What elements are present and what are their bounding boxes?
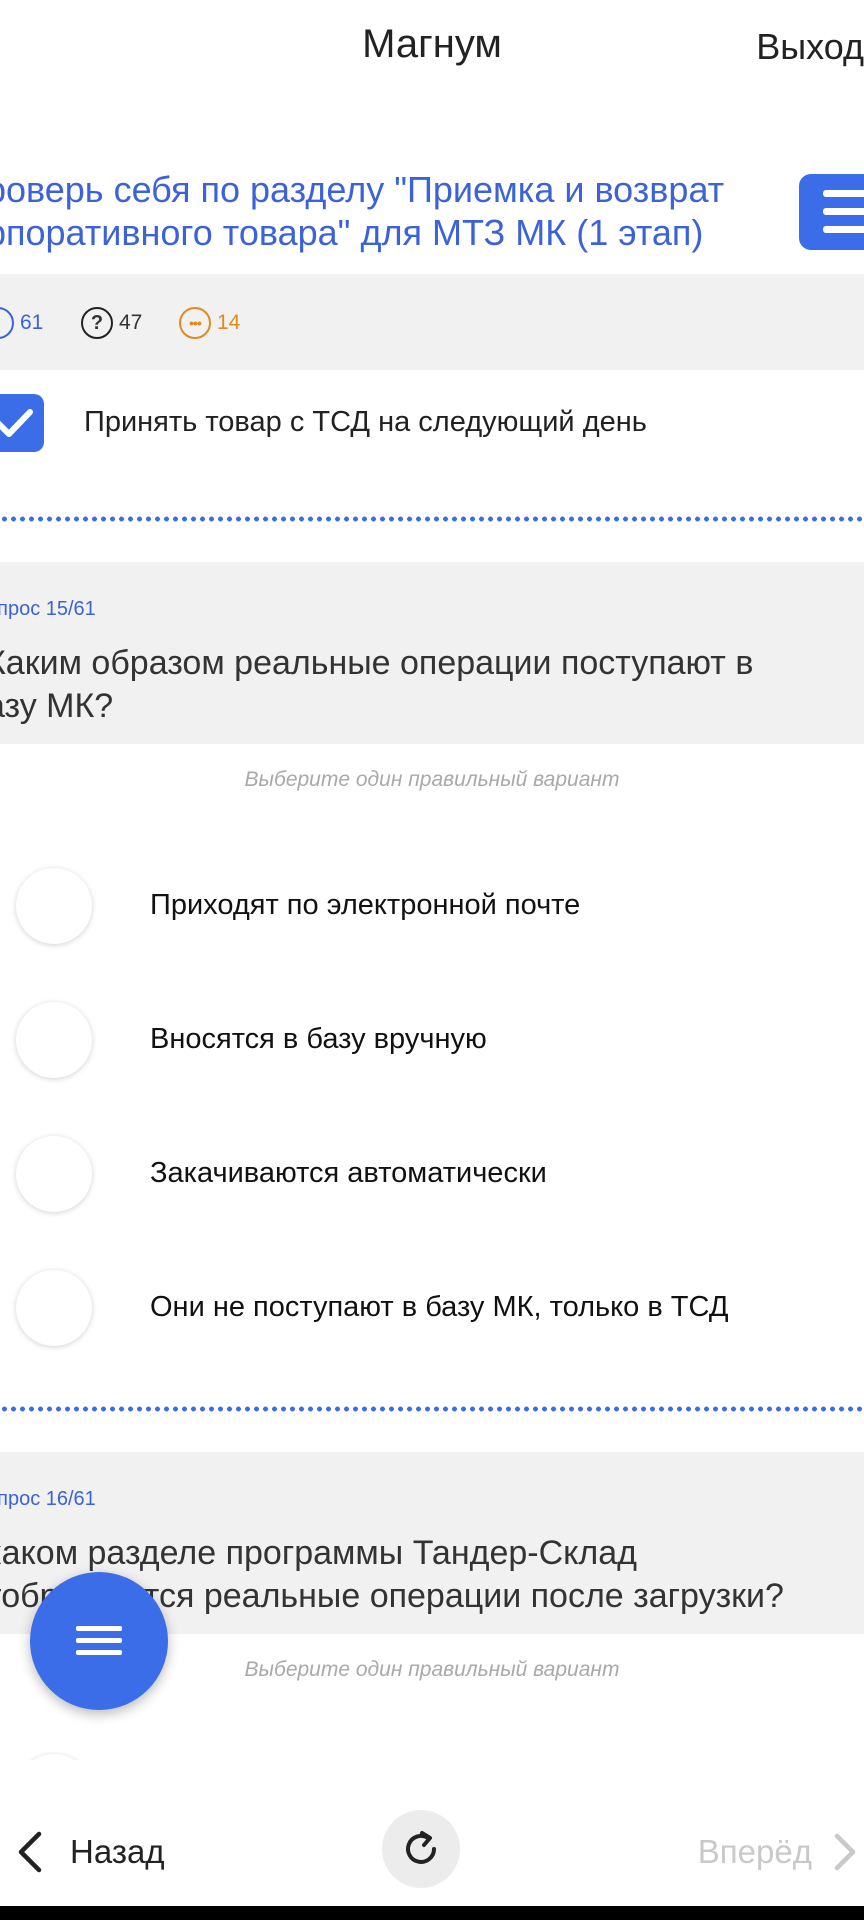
next-label: Вперёд — [697, 1833, 812, 1870]
back-label: Назад — [70, 1833, 165, 1870]
bottom-navigation: Назад Вперёд — [0, 1760, 864, 1906]
back-button[interactable]: Назад — [14, 1822, 165, 1882]
answer-label: Они не поступают в базу МК, только в ТСД — [150, 1291, 729, 1323]
question-number: опрос 15/61 — [0, 598, 96, 620]
answer-checkbox[interactable] — [0, 394, 44, 452]
refresh-button[interactable] — [382, 1810, 460, 1888]
total-questions-icon — [0, 307, 14, 339]
radio-button[interactable] — [16, 1136, 92, 1212]
question-text-line-1: Каким образом реальные операции поступаю… — [0, 644, 754, 682]
radio-button[interactable] — [16, 868, 92, 944]
question-text: Каким образом реальные операции поступаю… — [0, 642, 856, 728]
hamburger-icon — [823, 190, 864, 197]
answer-label: Приходят по электронной почте — [150, 889, 581, 921]
radio-button[interactable] — [16, 1002, 92, 1078]
answer-option[interactable]: Закачиваются автоматически — [0, 1120, 864, 1230]
test-title-line-2: рпоративного товара" для МТЗ МК (1 этап) — [0, 212, 704, 253]
previous-answer-option[interactable]: Принять товар с ТСД на следующий день — [0, 372, 864, 476]
answer-option[interactable]: Приходят по электронной почте — [0, 852, 864, 962]
stat-partial-count: 14 — [217, 311, 241, 334]
app-header: Магнум Выход — [0, 0, 864, 96]
question-number: опрос 16/61 — [0, 1488, 96, 1510]
question-header: опрос 15/61 Каким образом реальные опера… — [0, 562, 864, 744]
menu-button[interactable] — [799, 174, 864, 250]
question-text-line-2: азу МК? — [0, 687, 114, 725]
answer-option[interactable]: Вносятся в базу вручную — [0, 986, 864, 1096]
stat-unanswered-count: 47 — [119, 311, 143, 334]
hamburger-icon-bar — [823, 226, 864, 233]
list-icon — [76, 1626, 122, 1631]
dotted-divider — [0, 1406, 864, 1412]
check-icon — [0, 409, 33, 437]
test-title: роверь себя по разделу "Приемка и возвра… — [0, 168, 776, 254]
app-title: Магнум — [362, 22, 502, 66]
question-hint: Выберите один правильный вариант — [244, 768, 620, 791]
answer-label: Вносятся в базу вручную — [150, 1023, 487, 1055]
stat-total-count: 61 — [20, 311, 44, 334]
answer-label: Закачиваются автоматически — [150, 1157, 547, 1189]
stat-partial[interactable]: ••• 14 — [179, 306, 240, 340]
chevron-right-icon — [834, 1833, 856, 1871]
dotted-divider — [0, 516, 864, 522]
question-text-line-1: каком разделе программы Тандер-Склад — [0, 1534, 637, 1572]
list-icon-bar — [76, 1638, 122, 1643]
answer-option[interactable]: Они не поступают в базу МК, только в ТСД — [0, 1254, 864, 1364]
chevron-left-icon — [18, 1831, 42, 1873]
test-title-line-1: роверь себя по разделу "Приемка и возвра… — [0, 169, 725, 210]
radio-button[interactable] — [16, 1270, 92, 1346]
list-icon-bar — [76, 1650, 122, 1655]
stat-unanswered[interactable]: ? 47 — [81, 306, 142, 340]
logout-button[interactable]: Выход — [756, 26, 864, 68]
questions-list-fab[interactable] — [30, 1572, 168, 1710]
stat-total[interactable]: 61 — [0, 306, 43, 340]
answer-label: Принять товар с ТСД на следующий день — [84, 406, 647, 438]
question-mark-icon: ? — [81, 307, 113, 339]
hamburger-icon-bar — [823, 208, 864, 215]
system-navigation-bar — [0, 1906, 864, 1920]
stats-bar: 61 ? 47 ••• 14 — [0, 274, 864, 370]
ellipsis-icon: ••• — [179, 307, 211, 339]
next-button[interactable]: Вперёд — [698, 1822, 858, 1882]
refresh-icon — [406, 1831, 436, 1864]
